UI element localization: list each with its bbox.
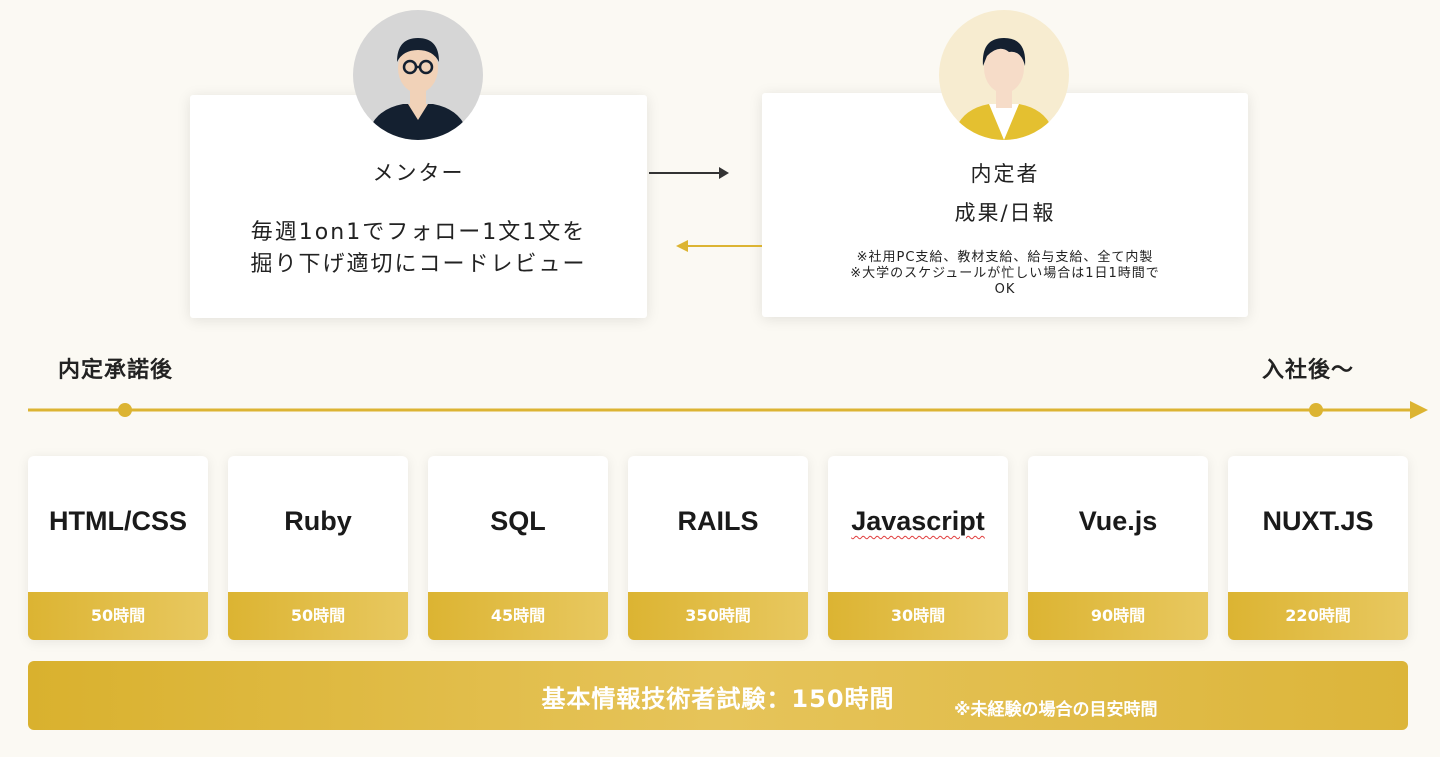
trainee-role: 内定者	[970, 162, 1040, 186]
skill-name: SQL	[490, 506, 546, 536]
exam-note: ※未経験の場合の目安時間	[954, 700, 1158, 720]
trainee-avatar	[939, 10, 1069, 140]
skill-hours: 45時間	[428, 592, 608, 640]
skill-name-text: Javascript	[851, 506, 985, 536]
mentor-person-icon	[367, 38, 469, 140]
skill-hours: 50時間	[28, 592, 208, 640]
skill-hours: 350時間	[628, 592, 808, 640]
trainee-note-3: OK	[994, 282, 1016, 297]
skill-card-html-css: HTML/CSS 50時間	[28, 456, 208, 640]
timeline-arrow-head-icon	[1410, 401, 1428, 419]
skill-hours: 220時間	[1228, 592, 1408, 640]
skill-card-vuejs: Vue.js 90時間	[1028, 456, 1208, 640]
skill-card-nuxtjs: NUXT.JS 220時間	[1228, 456, 1408, 640]
right-arrow-icon	[649, 167, 729, 179]
skill-card-rails: RAILS 350時間	[628, 456, 808, 640]
skill-card-javascript: Javascript 30時間	[828, 456, 1008, 640]
skill-hours: 90時間	[1028, 592, 1208, 640]
skill-name: Vue.js	[1078, 506, 1158, 536]
exam-bar: 基本情報技術者試験：150時間 ※未経験の場合の目安時間	[28, 661, 1408, 730]
trainee-output: 成果/日報	[954, 201, 1056, 225]
trainee-note-1: ※社用PC支給、教材支給、給与支給、全て内製	[856, 250, 1154, 265]
mentor-description: 毎週1on1でフォロー1文1文を 掘り下げ適切にコードレビュー	[190, 217, 647, 281]
skill-card-sql: SQL 45時間	[428, 456, 608, 640]
skill-name: RAILS	[677, 506, 759, 536]
timeline-arrow	[28, 401, 1428, 419]
mentor-avatar	[353, 10, 483, 140]
mentor-role: メンター	[372, 161, 465, 185]
timeline-start-dot	[118, 403, 132, 417]
trainee-note-2: ※大学のスケジュールが忙しい場合は1日1時間で	[850, 266, 1160, 281]
skill-name: Javascript	[828, 506, 1008, 537]
skill-card-ruby: Ruby 50時間	[228, 456, 408, 640]
skill-hours: 50時間	[228, 592, 408, 640]
trainee-notes: ※社用PC支給、教材支給、給与支給、全て内製 ※大学のスケジュールが忙しい場合は…	[762, 250, 1248, 298]
left-arrow-icon	[676, 240, 762, 252]
exam-title: 基本情報技術者試験：150時間	[541, 685, 895, 713]
timeline-start-label: 内定承諾後	[58, 358, 174, 383]
skill-name: HTML/CSS	[49, 506, 187, 536]
skill-name: Ruby	[284, 506, 352, 536]
skill-name: NUXT.JS	[1262, 506, 1374, 536]
timeline-end-label: 入社後〜	[1262, 358, 1355, 383]
timeline-end-dot	[1309, 403, 1323, 417]
mentor-description-line-1: 毎週1on1でフォロー1文1文を	[250, 220, 587, 245]
trainee-person-icon	[953, 38, 1055, 140]
skill-hours: 30時間	[828, 592, 1008, 640]
mentor-description-line-2: 掘り下げ適切にコードレビュー	[250, 252, 587, 277]
